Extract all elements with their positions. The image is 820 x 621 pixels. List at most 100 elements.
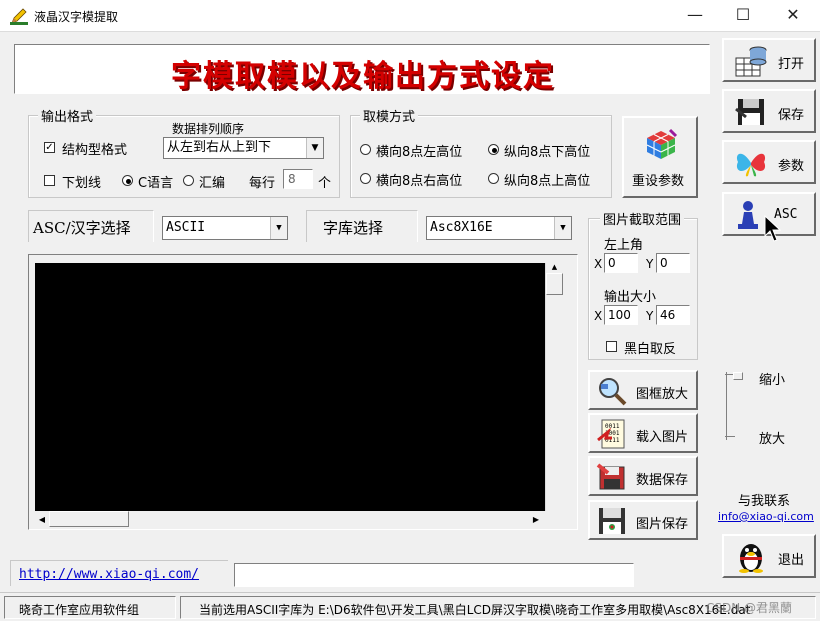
asc-select-label-box: ASC/汉字选择	[28, 210, 154, 242]
svg-text:0011: 0011	[605, 423, 620, 430]
underline-label: 下划线	[62, 176, 102, 191]
font-select-label: 字库选择	[323, 219, 384, 237]
asc-select-label: ASC/汉字选择	[33, 219, 131, 237]
zoom-frame-button[interactable]: 图框放大	[588, 370, 698, 410]
open-button[interactable]: 打开	[722, 38, 816, 82]
crop-legend: 图片截取范围	[600, 209, 685, 228]
mouse-cursor-icon	[764, 215, 782, 242]
asc-select-value: ASCII	[166, 220, 206, 235]
save-data-button[interactable]: 数据保存	[588, 456, 698, 496]
vertical-scrollbar[interactable]: ▲	[545, 263, 563, 511]
width-x-label: X	[594, 309, 603, 323]
zoom-slider-thumb[interactable]	[733, 372, 743, 380]
scroll-up-icon[interactable]: ▲	[546, 263, 563, 273]
website-link[interactable]: http://www.xiao-qi.com/	[19, 567, 199, 582]
floppy-disk-icon	[599, 508, 625, 534]
zoom-frame-label: 图框放大	[636, 387, 689, 402]
exit-label: 退出	[778, 553, 805, 568]
title-bar: 液晶汉字模提取 — ☐ ✕	[0, 0, 820, 32]
scroll-left-icon[interactable]: ◀	[35, 513, 49, 527]
exit-button[interactable]: 退出	[722, 534, 816, 578]
output-text-field[interactable]	[234, 563, 634, 587]
mode-opt4-label: 纵向8点上高位	[504, 174, 591, 189]
chevron-down-icon[interactable]: ▼	[270, 217, 287, 239]
params-button[interactable]: 参数	[722, 140, 816, 184]
params-label: 参数	[778, 159, 805, 174]
width-input[interactable]: 100	[604, 305, 638, 325]
per-row-input[interactable]: 8	[283, 169, 313, 189]
save-button[interactable]: 保存	[722, 89, 816, 133]
save-icon	[735, 99, 764, 125]
open-label: 打开	[778, 57, 805, 72]
chess-pawn-icon	[738, 201, 758, 229]
asc-select[interactable]: ASCII ▼	[162, 216, 288, 240]
output-size-label: 输出大小	[604, 290, 657, 305]
mode-opt3-label: 横向8点右高位	[376, 174, 463, 189]
order-select-value: 从左到右从上到下	[167, 140, 272, 155]
contact-label: 与我联系	[738, 494, 791, 509]
output-format-legend: 输出格式	[38, 106, 97, 125]
link-box: http://www.xiao-qi.com/	[10, 560, 228, 586]
magnifier-icon	[599, 378, 627, 406]
watermark: CSDN @君黑蘭	[706, 601, 793, 615]
chevron-down-icon[interactable]: ▼	[306, 138, 323, 158]
scroll-right-icon[interactable]: ▶	[529, 513, 543, 527]
struct-format-checkbox[interactable]: ✓	[44, 142, 55, 153]
chevron-down-icon[interactable]: ▼	[554, 217, 571, 239]
enlarge-label: 放大	[759, 432, 786, 447]
order-select[interactable]: 从左到右从上到下 ▼	[163, 137, 324, 159]
status-panel-left: 晓奇工作室应用软件组	[4, 596, 176, 619]
x-input[interactable]: 0	[604, 253, 638, 273]
status-left-text: 晓奇工作室应用软件组	[19, 603, 140, 617]
butterfly-icon	[736, 153, 766, 177]
minimize-button[interactable]: —	[672, 0, 718, 32]
mode-legend: 取模方式	[360, 106, 419, 125]
struct-format-label: 结构型格式	[62, 143, 128, 158]
binary-file-icon: 0011 1001 0111	[597, 419, 625, 449]
preview-frame: ▲ ◀ ▶	[28, 254, 578, 530]
open-database-icon	[735, 46, 767, 77]
height-input[interactable]: 46	[656, 305, 690, 325]
underline-checkbox[interactable]	[44, 175, 55, 186]
load-image-label: 载入图片	[636, 430, 689, 445]
per-row-unit: 个	[318, 176, 332, 191]
save-data-label: 数据保存	[636, 473, 689, 488]
preview-canvas[interactable]	[35, 263, 545, 511]
mode-opt1-radio[interactable]	[360, 144, 371, 155]
save-data-icon	[596, 463, 625, 490]
banner-panel: 字模取模以及输出方式设定	[14, 44, 710, 94]
penguin-icon	[739, 544, 763, 573]
y-label: Y	[646, 257, 654, 271]
font-select-value: Asc8X16E	[430, 220, 493, 235]
font-select-label-box: 字库选择	[306, 210, 418, 242]
mode-opt2-radio[interactable]	[488, 144, 499, 155]
mode-opt4-radio[interactable]	[488, 173, 499, 184]
lang-asm-radio[interactable]	[183, 175, 194, 186]
load-image-button[interactable]: 0011 1001 0111 载入图片	[588, 413, 698, 453]
lang-c-label: C语言	[138, 176, 174, 191]
bw-invert-checkbox[interactable]	[606, 341, 617, 352]
reset-params-button[interactable]: 重设参数	[622, 116, 698, 198]
app-pencil-icon	[10, 8, 28, 25]
save-image-button[interactable]: 图片保存	[588, 500, 698, 540]
maximize-button[interactable]: ☐	[720, 0, 766, 32]
zoom-slider-track[interactable]	[725, 372, 748, 440]
reset-params-label: 重设参数	[632, 174, 685, 189]
height-y-label: Y	[646, 309, 654, 323]
save-label: 保存	[778, 108, 805, 123]
horizontal-scrollbar[interactable]: ◀ ▶	[35, 511, 545, 527]
y-input[interactable]: 0	[656, 253, 690, 273]
banner-title: 字模取模以及输出方式设定	[171, 59, 555, 94]
mode-opt1-label: 横向8点左高位	[376, 145, 463, 160]
lang-c-radio[interactable]	[122, 175, 133, 186]
mode-opt3-radio[interactable]	[360, 173, 371, 184]
contact-email-link[interactable]: info@xiao-qi.com	[718, 510, 814, 523]
mode-opt2-label: 纵向8点下高位	[504, 145, 591, 160]
top-left-label: 左上角	[604, 238, 644, 253]
rubik-cube-icon	[646, 128, 678, 159]
close-button[interactable]: ✕	[770, 0, 816, 32]
font-select[interactable]: Asc8X16E ▼	[426, 216, 572, 240]
vertical-scroll-thumb[interactable]	[546, 273, 563, 295]
horizontal-scroll-thumb[interactable]	[49, 511, 129, 527]
order-label: 数据排列顺序	[172, 122, 245, 136]
